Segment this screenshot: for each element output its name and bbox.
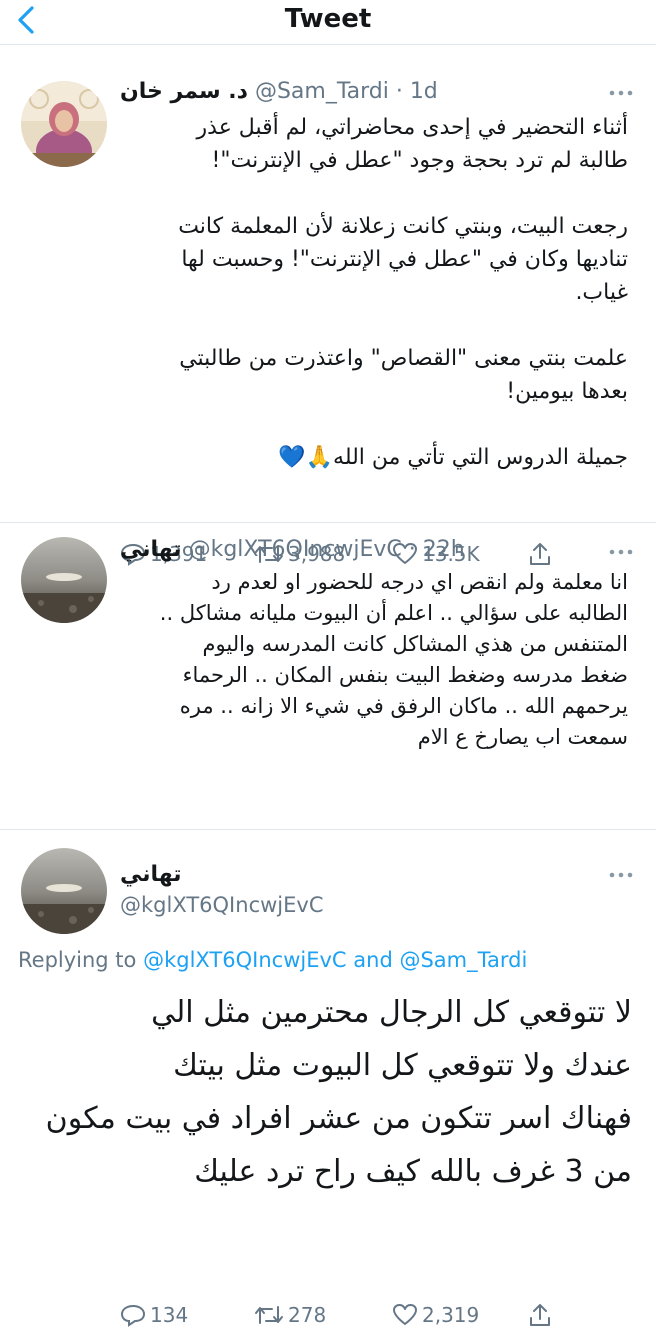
tweet-main[interactable]: د. سمر خان @Sam_Tardi · 1d أثناء التحضير… <box>0 66 656 566</box>
display-name[interactable]: تهاني <box>120 860 182 890</box>
text-line: يرحمهم الله .. ماكان الرفق في شيء الا زا… <box>179 694 628 718</box>
user-handle[interactable]: @Sam_Tardi <box>255 79 389 104</box>
text-line: أثناء التحضير في إحدى محاضراتي، لم أقبل … <box>196 115 628 140</box>
replying-to-label: Replying to <box>18 948 137 972</box>
text-line: انا معلمة ولم انقص اي درجه للحضور او لعد… <box>211 570 628 594</box>
user-handle[interactable]: @kglXT6QIncwjEvC <box>189 537 402 562</box>
text-line: علمت بنتي معنى "القصاص" واعتذرت من طالبت… <box>179 346 628 371</box>
text-line: طالبة لم ترد بحجة وجود "عطل في الإنترنت"… <box>211 148 628 173</box>
text-line: غياب. <box>575 280 628 305</box>
tweet-paragraph: علمت بنتي معنى "القصاص" واعتذرت من طالبت… <box>108 342 628 408</box>
replying-to: Replying to @kglXT6QIncwjEvC and @Sam_Ta… <box>18 948 527 972</box>
reply-button[interactable]: 134 <box>120 1297 188 1333</box>
tweet-text: انا معلمة ولم انقص اي درجه للحضور او لعد… <box>108 567 628 753</box>
avatar[interactable] <box>21 81 107 167</box>
like-button[interactable]: 2,319 <box>392 1297 479 1333</box>
text-line: ضغط مدرسه وضغط البيت بنفس المكان .. الرح… <box>182 663 628 687</box>
tweet-paragraph: جميلة الدروس التي تأتي من الله🙏💙 <box>108 441 628 474</box>
text-line: بعدها بيومين! <box>506 379 628 404</box>
navigation-bar: Tweet <box>0 0 656 45</box>
text-line: فهناك اسر تتكون من عشر افراد في بيت مكون <box>45 1101 632 1136</box>
mention-link[interactable]: @Sam_Tardi <box>399 948 527 972</box>
retweet-icon <box>255 1306 283 1324</box>
tweet-reply[interactable]: تهاني @kglXT6QIncwjEvC · 22h انا معلمة و… <box>0 523 656 1327</box>
avatar[interactable] <box>21 848 107 934</box>
retweet-button[interactable]: 278 <box>254 1297 326 1333</box>
retweet-count: 278 <box>288 1303 327 1327</box>
heart-icon <box>393 1304 417 1325</box>
like-count: 2,319 <box>422 1303 480 1327</box>
and-label: and <box>353 948 393 972</box>
tweet-focused[interactable]: تهاني @kglXT6QIncwjEvC Replying to @kglX… <box>0 830 656 1200</box>
share-icon <box>530 1304 550 1326</box>
text-line: الطالبه على سؤالي .. اعلم أن البيوت مليا… <box>159 601 628 625</box>
user-handle[interactable]: @kglXT6QIncwjEvC <box>120 890 323 920</box>
tweet-header: د. سمر خان @Sam_Tardi · 1d <box>120 77 616 107</box>
page-title: Tweet <box>284 4 372 34</box>
text-line: تناديها وكان في "عطل في الإنترنت"! وحسبت… <box>181 247 628 272</box>
reply-icon <box>120 1304 146 1327</box>
tweet-paragraph: رجعت البيت، وبنتي كانت زعلانة لأن المعلم… <box>108 210 628 309</box>
tweet-actions: 134 278 2,319 <box>120 1297 560 1333</box>
avatar[interactable] <box>21 537 107 623</box>
more-options-icon[interactable] <box>608 871 634 879</box>
more-options-icon[interactable] <box>608 548 634 556</box>
timestamp: · 1d <box>395 79 438 104</box>
text-line: سمعت اب يصارخ ع الام <box>417 725 628 749</box>
tweet-header: تهاني @kglXT6QIncwjEvC · 22h <box>120 535 616 565</box>
display-name[interactable]: تهاني <box>120 537 182 562</box>
tweet-text: لا تتوقعي كل الرجال محترمين مثل الي عندك… <box>12 986 632 1198</box>
text-line: عندك ولا تتوقعي كل البيوت مثل بيتك <box>173 1048 632 1083</box>
text-line: المتنفس من هذي المشاكل كانت المدرسه والي… <box>202 632 629 656</box>
timestamp: · 22h <box>408 537 465 562</box>
display-name[interactable]: د. سمر خان <box>120 79 248 104</box>
reply-count: 134 <box>150 1303 189 1327</box>
text-line: من 3 غرف بالله كيف راح ترد عليك <box>194 1154 632 1189</box>
share-button[interactable] <box>528 1297 556 1333</box>
mention-link[interactable]: @kglXT6QIncwjEvC <box>143 948 346 972</box>
tweet-text: أثناء التحضير في إحدى محاضراتي، لم أقبل … <box>108 111 628 474</box>
more-options-icon[interactable] <box>608 89 634 97</box>
text-line: لا تتوقعي كل الرجال محترمين مثل الي <box>151 995 632 1030</box>
text-line: جميلة الدروس التي تأتي من الله🙏💙 <box>278 445 628 470</box>
text-line: رجعت البيت، وبنتي كانت زعلانة لأن المعلم… <box>178 214 628 239</box>
tweet-paragraph: أثناء التحضير في إحدى محاضراتي، لم أقبل … <box>108 111 628 177</box>
